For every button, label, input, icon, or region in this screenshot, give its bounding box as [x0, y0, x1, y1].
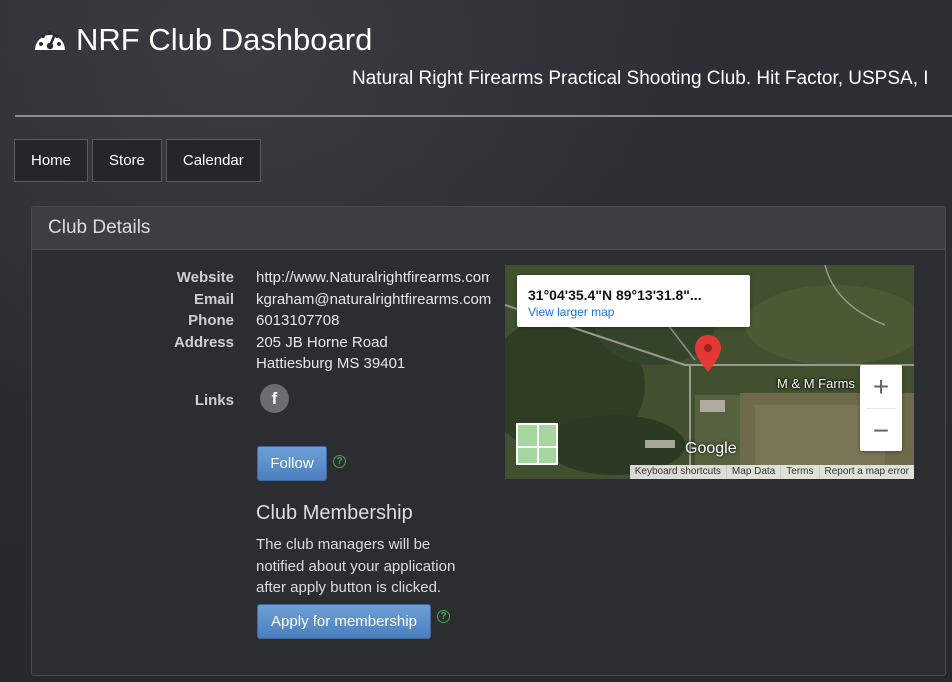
follow-button[interactable]: Follow — [257, 446, 327, 481]
website-value[interactable]: http://www.Naturalrightfirearms.com — [256, 267, 490, 289]
address-label: Address — [173, 333, 234, 351]
map-footer: Keyboard shortcuts Map Data Terms Report… — [629, 465, 914, 479]
phone-value: 6013107708 — [256, 312, 340, 329]
links-label: Links — [194, 392, 234, 409]
membership-title: Club Membership — [256, 502, 413, 524]
page-header: NRF Club Dashboard — [32, 22, 372, 58]
map-zoom-controls: + − — [860, 365, 902, 451]
location-map[interactable]: 31°04'35.4"N 89°13'31.8"... View larger … — [505, 265, 914, 479]
club-details-panel: Club Details Website http://www.Naturalr… — [31, 206, 946, 676]
map-thumbnail-icon — [518, 425, 556, 463]
email-label: Email — [193, 290, 234, 308]
email-value[interactable]: kgraham@naturalrightfirearms.com — [256, 289, 491, 311]
map-place-label: M & M Farms — [777, 376, 855, 391]
report-map-error-link[interactable]: Report a map error — [818, 465, 914, 479]
top-nav: Home Store Calendar — [14, 139, 261, 182]
follow-help-icon[interactable]: ? — [333, 455, 346, 468]
map-coordinates: 31°04'35.4"N 89°13'31.8"... — [528, 287, 702, 303]
header-divider — [15, 115, 952, 117]
map-info-card: 31°04'35.4"N 89°13'31.8"... View larger … — [517, 275, 750, 327]
panel-title: Club Details — [32, 207, 945, 250]
keyboard-shortcuts-link[interactable]: Keyboard shortcuts — [630, 465, 726, 479]
nav-home-button[interactable]: Home — [14, 139, 89, 182]
membership-description: The club managers will be notified about… — [256, 536, 456, 596]
terms-link[interactable]: Terms — [780, 465, 818, 479]
dashboard-gauge-icon — [35, 30, 65, 50]
map-data-link[interactable]: Map Data — [725, 465, 780, 479]
website-label: Website — [176, 269, 234, 286]
page-subtitle: Natural Right Firearms Practical Shootin… — [352, 68, 929, 89]
zoom-out-button[interactable]: − — [860, 409, 902, 452]
address-line1: 205 JB Horne Road — [256, 333, 388, 351]
view-larger-map-link[interactable]: View larger map — [528, 305, 614, 319]
nav-store-button[interactable]: Store — [92, 139, 162, 182]
map-type-toggle[interactable] — [516, 423, 558, 465]
google-logo: Google — [685, 440, 737, 457]
page-title: NRF Club Dashboard — [76, 22, 373, 57]
apply-membership-button[interactable]: Apply for membership — [257, 604, 431, 639]
nav-calendar-button[interactable]: Calendar — [165, 139, 261, 182]
phone-label: Phone — [188, 312, 234, 329]
membership-help-icon[interactable]: ? — [437, 610, 450, 623]
facebook-icon[interactable]: f — [260, 384, 289, 413]
address-line2: Hattiesburg MS 39401 — [256, 355, 406, 372]
zoom-in-button[interactable]: + — [860, 365, 902, 408]
